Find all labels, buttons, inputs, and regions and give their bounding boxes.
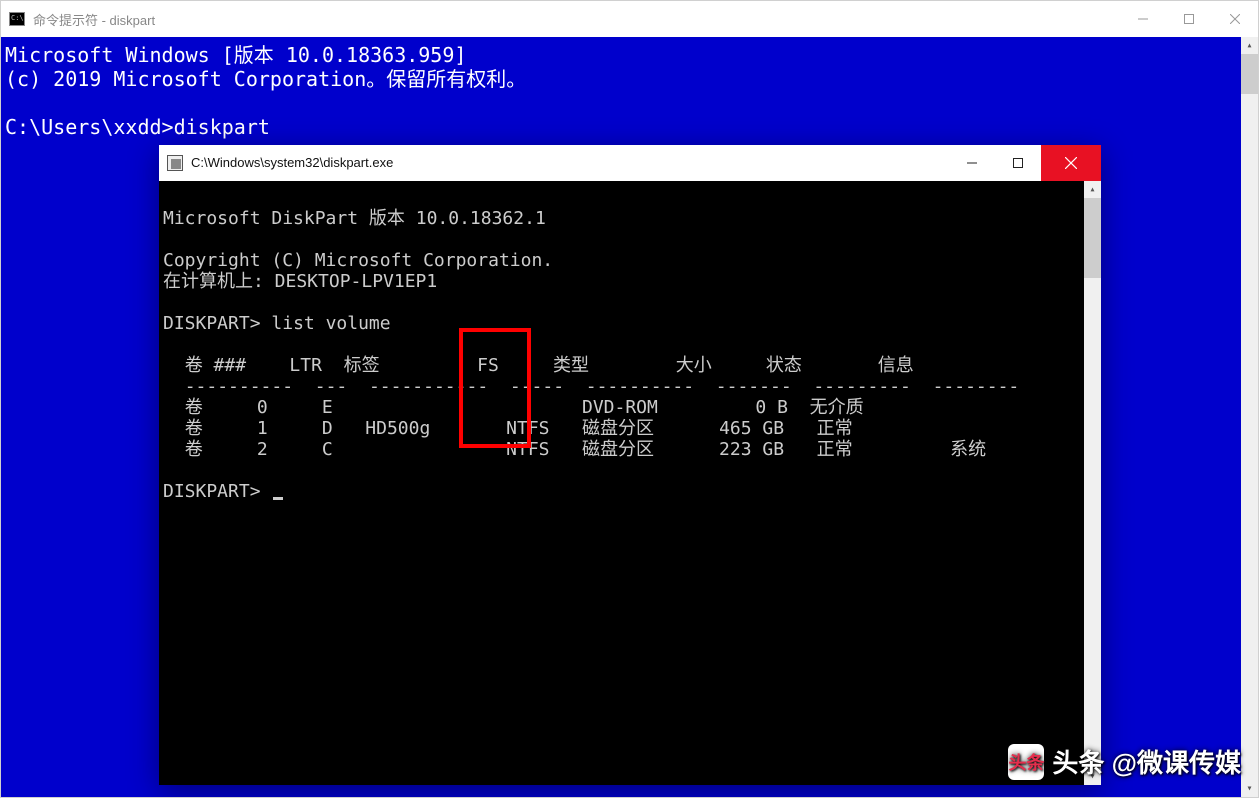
row1-fs: NTFS (506, 418, 549, 439)
diskpart-version: Microsoft DiskPart 版本 10.0.18362.1 (163, 208, 546, 229)
cmd-copyright-line: (c) 2019 Microsoft Corporation。保留所有权利。 (5, 67, 526, 91)
row1-size: 465 GB (719, 418, 784, 439)
scroll-thumb[interactable] (1241, 54, 1258, 94)
row1-vol: 卷 (185, 418, 203, 439)
diskpart-copyright: Copyright (C) Microsoft Corporation. (163, 250, 553, 271)
cmd-title-bar[interactable]: 命令提示符 - diskpart (1, 1, 1258, 37)
diskpart-scrollbar[interactable]: ▴ ▾ (1084, 181, 1101, 785)
scroll-track[interactable] (1084, 278, 1101, 768)
row2-ltr: C (322, 439, 333, 460)
close-button[interactable] (1212, 4, 1258, 34)
diskpart-window-title: C:\Windows\system32\diskpart.exe (191, 151, 393, 175)
cmd-prompt-path: C:\Users\xxdd> (5, 115, 174, 139)
diskpart-cmd-1: list volume (271, 313, 390, 334)
dash: ------- (716, 376, 792, 397)
row1-ltr: D (322, 418, 333, 439)
cmd-body-wrap: Microsoft Windows [版本 10.0.18363.959] (c… (1, 37, 1258, 797)
row0-type: DVD-ROM (582, 397, 658, 418)
dash: ---------- (185, 376, 293, 397)
diskpart-prompt-1: DISKPART> (163, 313, 261, 334)
col-status: 状态 (766, 355, 802, 376)
scroll-up-icon[interactable]: ▴ (1241, 37, 1258, 54)
dash: ---------- (586, 376, 694, 397)
row0-status: 无介质 (810, 397, 864, 418)
dash: --- (315, 376, 348, 397)
col-label: 标签 (344, 355, 380, 376)
col-num: ### (214, 355, 247, 376)
cmd-version-line: Microsoft Windows [版本 10.0.18363.959] (5, 43, 466, 67)
cmd-scrollbar[interactable]: ▴ ▾ (1241, 37, 1258, 797)
row0-num: 0 (257, 397, 268, 418)
diskpart-maximize-button[interactable] (995, 145, 1041, 181)
diskpart-body[interactable]: Microsoft DiskPart 版本 10.0.18362.1 Copyr… (159, 181, 1084, 785)
row1-label: HD500g (365, 418, 430, 439)
diskpart-body-wrap: Microsoft DiskPart 版本 10.0.18362.1 Copyr… (159, 181, 1101, 785)
cmd-entered-command: diskpart (174, 115, 270, 139)
cmd-icon (9, 12, 25, 26)
diskpart-title-bar[interactable]: C:\Windows\system32\diskpart.exe (159, 145, 1101, 181)
row0-size: 0 B (755, 397, 788, 418)
cursor (273, 497, 283, 500)
cmd-body[interactable]: Microsoft Windows [版本 10.0.18363.959] (c… (1, 37, 1241, 797)
row2-num: 2 (257, 439, 268, 460)
row0-vol: 卷 (185, 397, 203, 418)
dash: ----------- (369, 376, 488, 397)
col-volume: 卷 (185, 355, 203, 376)
diskpart-close-button[interactable] (1041, 145, 1101, 181)
row1-status: 正常 (817, 418, 853, 439)
diskpart-minimize-button[interactable] (949, 145, 995, 181)
row1-type: 磁盘分区 (582, 418, 654, 439)
row2-info: 系统 (950, 439, 986, 460)
minimize-button[interactable] (1120, 4, 1166, 34)
diskpart-window: C:\Windows\system32\diskpart.exe Microso… (159, 145, 1101, 785)
scroll-up-icon[interactable]: ▴ (1084, 181, 1101, 198)
row2-fs: NTFS (506, 439, 549, 460)
dash: ----- (510, 376, 564, 397)
cmd-window: 命令提示符 - diskpart Microsoft Windows [版本 1… (0, 0, 1259, 798)
row2-type: 磁盘分区 (582, 439, 654, 460)
col-size: 大小 (676, 355, 712, 376)
row0-ltr: E (322, 397, 333, 418)
scroll-down-icon[interactable]: ▾ (1084, 768, 1101, 785)
cmd-window-title: 命令提示符 - diskpart (33, 10, 155, 29)
col-type: 类型 (553, 355, 589, 376)
col-info: 信息 (878, 355, 914, 376)
diskpart-prompt-2: DISKPART> (163, 481, 261, 502)
row1-num: 1 (257, 418, 268, 439)
dash: --------- (813, 376, 911, 397)
row2-status: 正常 (817, 439, 853, 460)
diskpart-icon (167, 155, 183, 171)
maximize-button[interactable] (1166, 4, 1212, 34)
col-ltr: LTR (289, 355, 322, 376)
scroll-thumb[interactable] (1084, 198, 1101, 278)
scroll-down-icon[interactable]: ▾ (1241, 780, 1258, 797)
row2-size: 223 GB (719, 439, 784, 460)
col-fs: FS (477, 355, 499, 376)
scroll-track[interactable] (1241, 94, 1258, 780)
dash: -------- (933, 376, 1020, 397)
diskpart-computer: 在计算机上: DESKTOP-LPV1EP1 (163, 271, 437, 292)
row2-vol: 卷 (185, 439, 203, 460)
